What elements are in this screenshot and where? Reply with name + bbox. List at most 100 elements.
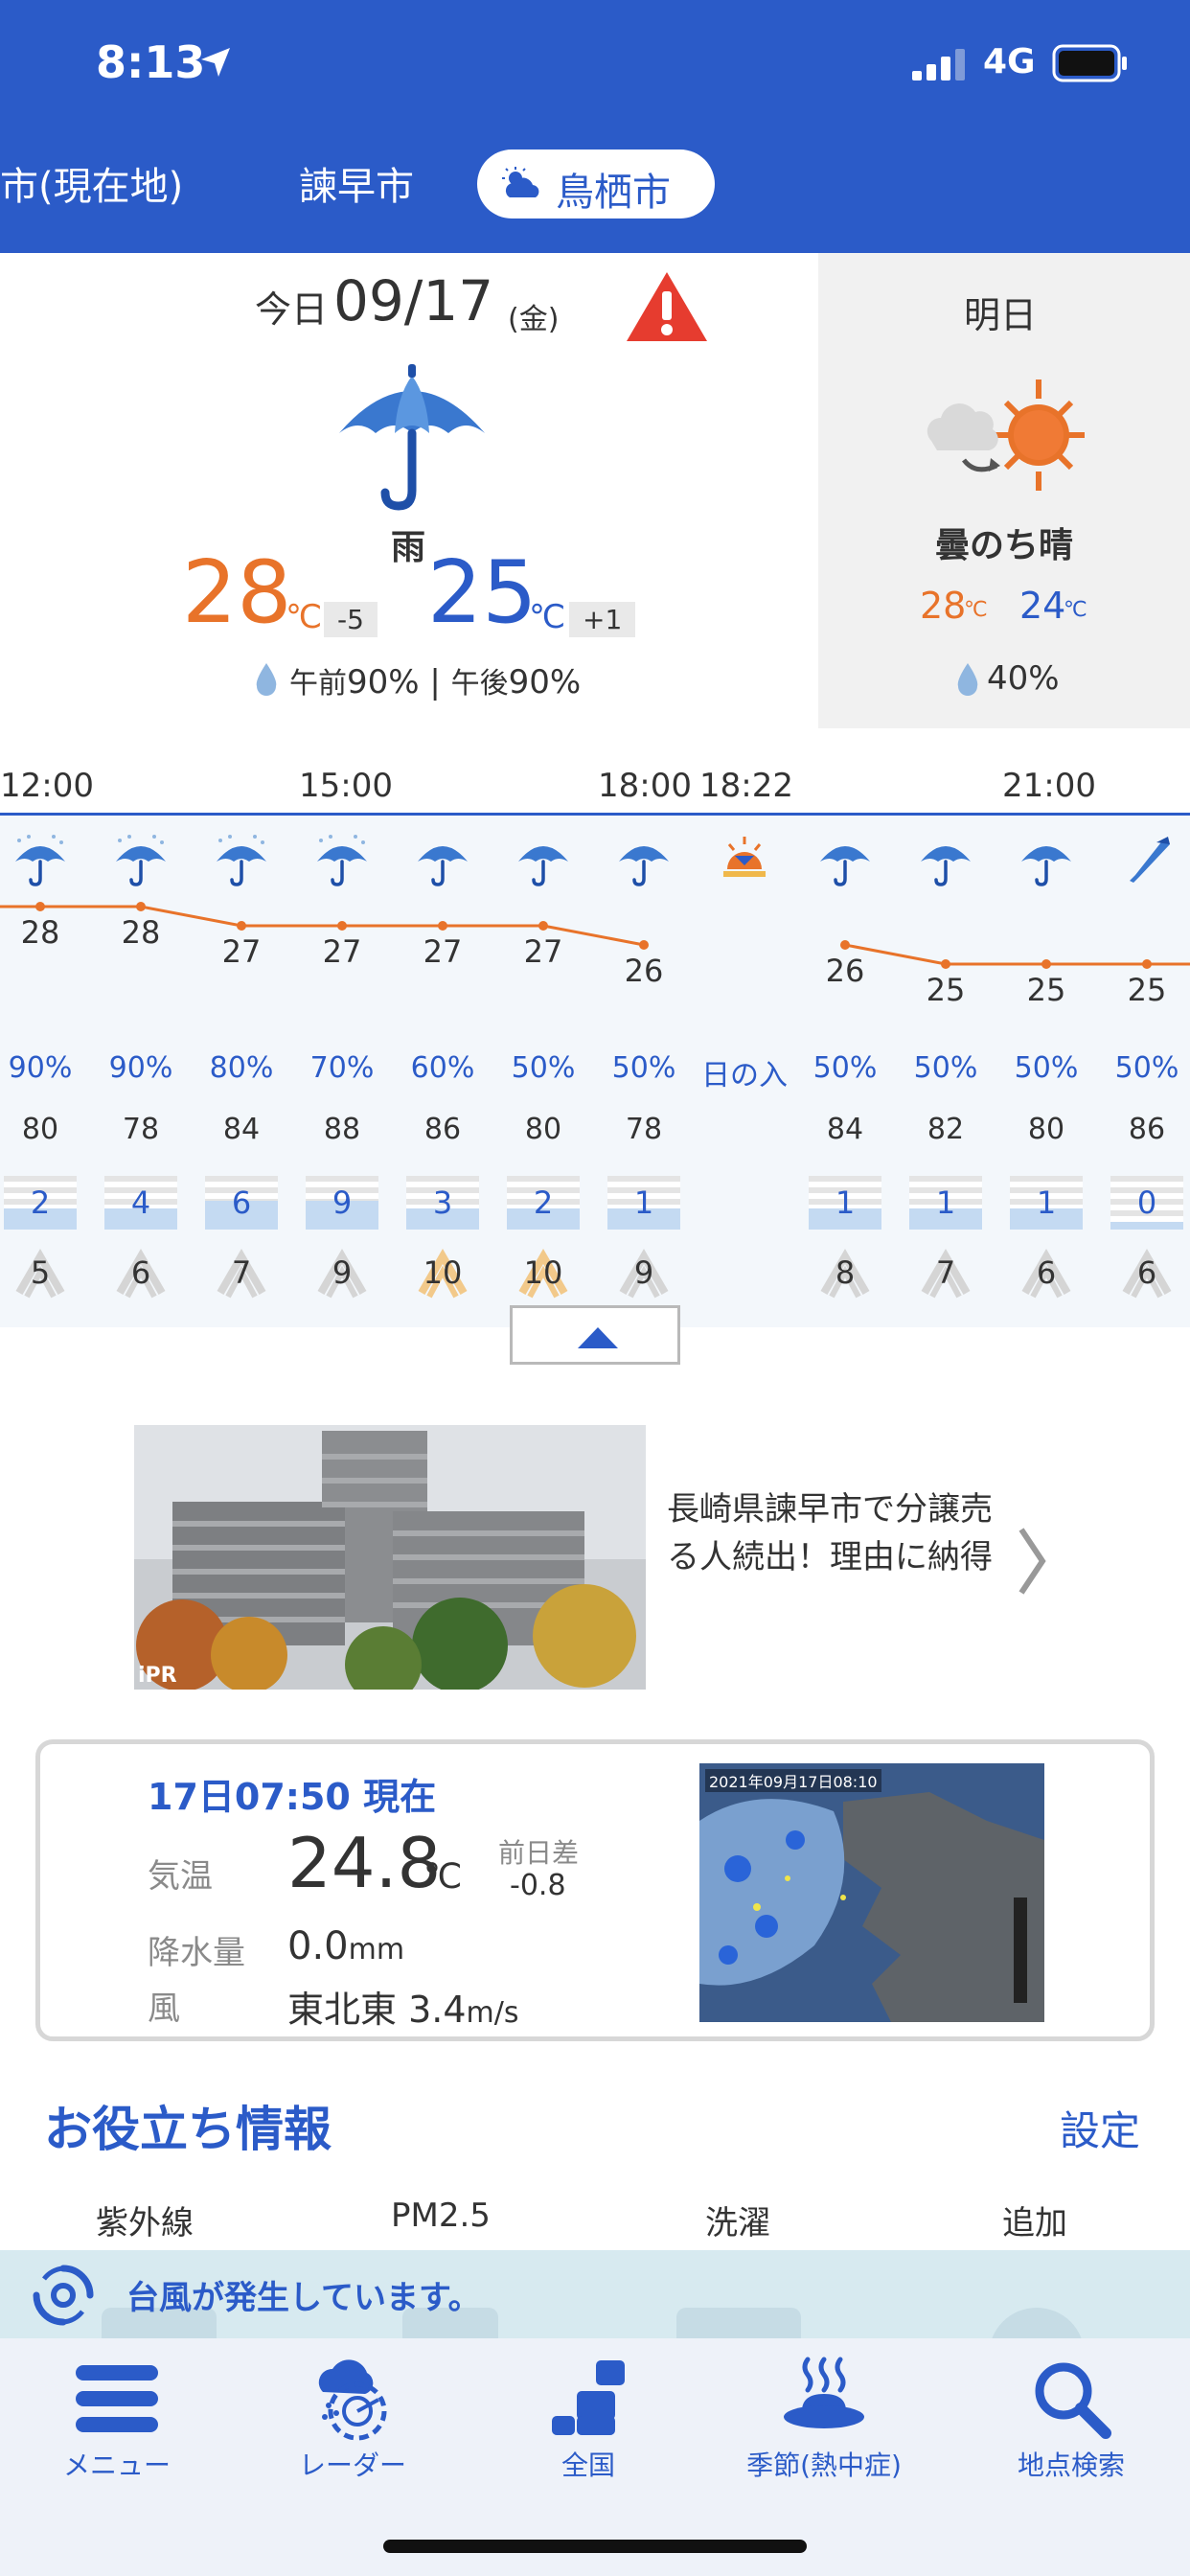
nationwide-icon [552, 2360, 625, 2435]
umbrella-icon [1021, 846, 1071, 886]
hour-label-1800: 18:00 [598, 767, 692, 805]
sunset-icon [723, 837, 766, 877]
hour-pop: 90% [8, 1051, 73, 1085]
wind-label: 風 [148, 1990, 180, 2028]
chevron-up-icon [578, 1327, 618, 1348]
hour-pop: 50% [1014, 1051, 1079, 1085]
hour-rain: 9 [306, 1176, 378, 1230]
nav-heatstroke[interactable]: 季節(熱中症) [728, 2353, 920, 2483]
hour-rain: 3 [406, 1176, 479, 1230]
nav-nationwide-label: 全国 [561, 2450, 615, 2481]
today-date: 09/17 [333, 268, 494, 334]
hour-temp: 27 [423, 933, 463, 970]
hour-humidity: 80 [21, 1113, 59, 1146]
umbrella-icon [518, 846, 568, 886]
hour-humidity: 78 [625, 1113, 663, 1146]
home-indicator [383, 2540, 807, 2553]
today-label: 今日 [255, 288, 329, 331]
tab-current-location[interactable]: 市(現在地) [0, 155, 183, 211]
closed-umbrella-icon [1130, 837, 1170, 883]
tomorrow-pop: 40% [987, 659, 1060, 698]
nav-menu[interactable]: メニュー [21, 2353, 213, 2483]
hour-humidity: 84 [222, 1113, 261, 1146]
typhoon-banner[interactable]: 台風が発生しています。 [0, 2250, 1190, 2365]
observation-time: 17日07:50 現在 [148, 1776, 437, 1818]
pr-badge: iPR [138, 1664, 177, 1688]
hour-wind: 7 [898, 1249, 994, 1299]
tab-tosu-label: 鳥栖市 [556, 171, 671, 215]
hour-rain: 4 [104, 1176, 177, 1230]
info-item-laundry[interactable]: 洗濯 [705, 2196, 770, 2243]
signal-icon [912, 49, 965, 80]
hour-temp: 28 [20, 914, 60, 951]
nav-menu-label: メニュー [62, 2450, 171, 2481]
nav-search-label: 地点検索 [1017, 2450, 1125, 2481]
hour-humidity: 86 [1128, 1113, 1166, 1146]
hour-rain: 6 [205, 1176, 278, 1230]
tab-tosu[interactable]: 鳥栖市 [477, 150, 715, 218]
hour-wind: 7 [194, 1249, 289, 1299]
collapse-button[interactable] [510, 1305, 680, 1365]
hour-rain: 2 [507, 1176, 580, 1230]
tab-isahaya[interactable]: 諫早市 [299, 155, 414, 211]
today-low-diff: +1 [569, 602, 636, 637]
nav-radar[interactable]: レーダー [257, 2353, 448, 2483]
hour-wind: 6 [998, 1249, 1094, 1299]
typhoon-banner-text: 台風が発生しています。 [126, 2279, 481, 2317]
observation-temp-unit: ℃ [423, 1857, 463, 1897]
today-low-unit: ℃ [529, 598, 566, 636]
hour-rain: 1 [909, 1176, 982, 1230]
hour-pop: 60% [410, 1051, 475, 1085]
hour-label-sunset: 18:22 [699, 767, 793, 805]
umbrella-icon [820, 846, 870, 886]
ad-text[interactable]: 長崎県諫早市で分譲売る人続出！理由に納得 [667, 1485, 1012, 1581]
nav-nationwide[interactable]: 全国 [492, 2353, 684, 2483]
hour-temp: 27 [523, 933, 563, 970]
raindrop-icon [256, 663, 277, 696]
hour-rain: 1 [809, 1176, 881, 1230]
hour-pop: 90% [108, 1051, 173, 1085]
nav-search[interactable]: 地点検索 [975, 2353, 1167, 2483]
search-icon [1035, 2362, 1111, 2439]
tomorrow-forecast[interactable]: 明日 曇のち晴 28 ℃ 24 ℃ 40% [818, 253, 1190, 728]
info-item-uv[interactable]: 紫外線 [96, 2196, 194, 2243]
tomorrow-low-unit: ℃ [1064, 598, 1087, 622]
hour-rain: 1 [607, 1176, 680, 1230]
hour-pop: 50% [913, 1051, 978, 1085]
info-item-add[interactable]: 追加 [1002, 2196, 1067, 2243]
current-observation-card[interactable]: 17日07:50 現在 気温 24.8 ℃ 前日差 -0.8 降水量 0.0mm… [35, 1739, 1155, 2041]
observation-precip: 0.0mm [287, 1924, 405, 1968]
sunset-label: 日の入 [701, 1059, 788, 1092]
ad-image[interactable]: iPR [134, 1425, 646, 1690]
chevron-right-icon[interactable] [1018, 1526, 1046, 1597]
today-pop: 午前90% | 午後90% [289, 663, 582, 702]
hour-label-1500: 15:00 [299, 767, 393, 805]
radar-map-image [699, 1763, 1044, 2022]
cloudy-then-sunny-icon [927, 380, 1085, 491]
umbrella-icon [339, 364, 485, 511]
info-item-pm25[interactable]: PM2.5 [391, 2196, 491, 2235]
hour-label-2100: 21:00 [1002, 767, 1096, 805]
hour-temp: 25 [1026, 972, 1066, 1008]
radar-map[interactable]: 2021年09月17日08:10 [699, 1763, 1044, 2022]
hour-rain: 1 [1010, 1176, 1083, 1230]
info-settings-link[interactable]: 設定 [1060, 2099, 1140, 2157]
hourly-forecast[interactable]: 28 90% 80 2 5 28 90% 78 4 6 27 80% 84 6 7 27 70% 88 9 9 27 60… [0, 816, 1190, 1327]
tomorrow-label: 明日 [964, 294, 1038, 336]
radar-icon [318, 2359, 387, 2441]
umbrella-rain-icon [217, 835, 266, 886]
umbrella-rain-icon [317, 835, 367, 886]
hour-humidity: 82 [927, 1113, 965, 1146]
hour-temp: 26 [624, 953, 664, 989]
hour-wind: 5 [0, 1249, 88, 1299]
warning-icon[interactable] [625, 270, 709, 343]
hour-wind: 6 [1099, 1249, 1190, 1299]
umbrella-icon [619, 846, 669, 886]
hour-temp: 27 [221, 933, 262, 970]
hour-humidity: 88 [323, 1113, 361, 1146]
observation-diff: -0.8 [510, 1869, 566, 1902]
hour-humidity: 86 [423, 1113, 462, 1146]
hour-wind: 6 [93, 1249, 189, 1299]
status-time: 8:13 [96, 36, 206, 88]
nav-radar-label: レーダー [298, 2450, 406, 2481]
